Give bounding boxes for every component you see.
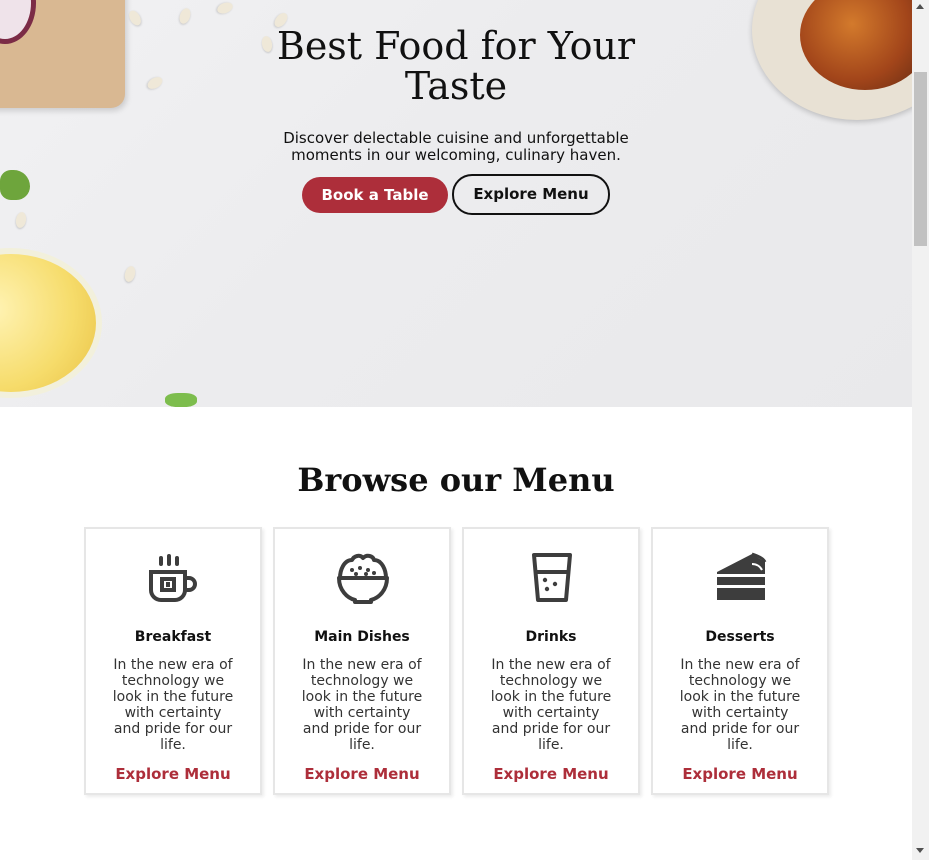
menu-section-title: Browse our Menu (297, 461, 615, 499)
hero-title: Best Food for Your Taste (0, 26, 912, 106)
rice-bowl-icon (337, 553, 389, 604)
card-description-line: and pride for our (680, 721, 800, 737)
card-title: Desserts (705, 629, 775, 645)
card-description: In the new era of technology we look in … (675, 657, 805, 753)
card-title: Main Dishes (314, 629, 410, 645)
hero-subtitle: Discover delectable cuisine and unforget… (0, 130, 912, 164)
explore-menu-link[interactable]: Explore Menu (86, 765, 260, 783)
page-scrollbar[interactable] (912, 0, 929, 860)
lemon-decoration (0, 248, 102, 398)
card-description-line: technology we (310, 673, 414, 689)
card-description-line: with certainty (124, 705, 222, 721)
hero-subtitle-line: moments in our welcoming, culinary haven… (291, 146, 621, 164)
card-title: Drinks (525, 629, 577, 645)
hero-subtitle-line: Discover delectable cuisine and unforget… (283, 129, 629, 147)
card-description: In the new era of technology we look in … (108, 657, 238, 753)
card-description-line: In the new era of (302, 657, 422, 673)
card-description-line: with certainty (691, 705, 789, 721)
card-description-line: life. (727, 737, 753, 753)
hero-section: Best Food for Your Taste Discover delect… (0, 0, 912, 407)
menu-card-main-dishes: Main Dishes In the new era of technology… (273, 527, 451, 795)
card-description: In the new era of technology we look in … (486, 657, 616, 753)
book-table-button[interactable]: Book a Table (302, 177, 448, 213)
card-description-line: and pride for our (491, 721, 611, 737)
card-title: Breakfast (134, 629, 212, 645)
card-description-line: life. (538, 737, 564, 753)
card-description-line: with certainty (502, 705, 600, 721)
card-description-line: life. (160, 737, 186, 753)
menu-card-breakfast: Breakfast In the new era of technology w… (84, 527, 262, 795)
herb-decoration (165, 393, 197, 407)
scroll-up-arrow-icon[interactable] (916, 4, 924, 9)
card-description-line: technology we (688, 673, 792, 689)
explore-menu-link[interactable]: Explore Menu (653, 765, 827, 783)
explore-menu-link[interactable]: Explore Menu (275, 765, 449, 783)
cake-slice-icon (717, 552, 767, 600)
seed-decoration (123, 264, 137, 284)
card-description-line: technology we (121, 673, 225, 689)
card-description-line: and pride for our (302, 721, 422, 737)
explore-menu-link[interactable]: Explore Menu (464, 765, 638, 783)
drink-glass-icon (532, 553, 572, 602)
card-description: In the new era of technology we look in … (297, 657, 427, 753)
card-description-line: In the new era of (491, 657, 611, 673)
seed-decoration (177, 6, 193, 26)
hero-title-line: Best Food for Your (276, 24, 636, 68)
card-description-line: look in the future (301, 689, 423, 705)
seed-decoration (126, 8, 144, 28)
card-description-line: life. (349, 737, 375, 753)
card-description-line: look in the future (679, 689, 801, 705)
card-description-line: technology we (499, 673, 603, 689)
menu-card-drinks: Drinks In the new era of technology we l… (462, 527, 640, 795)
scrollbar-thumb[interactable] (914, 72, 927, 246)
card-description-line: with certainty (313, 705, 411, 721)
card-description-line: look in the future (490, 689, 612, 705)
card-description-line: In the new era of (113, 657, 233, 673)
coffee-cup-icon (149, 554, 197, 602)
seed-decoration (215, 0, 235, 16)
card-description-line: look in the future (112, 689, 234, 705)
hero-title-line: Taste (404, 64, 508, 108)
menu-card-desserts: Desserts In the new era of technology we… (651, 527, 829, 795)
card-description-line: In the new era of (680, 657, 800, 673)
scroll-down-arrow-icon[interactable] (916, 848, 924, 853)
herb-decoration (0, 170, 30, 200)
seed-decoration (14, 211, 28, 229)
card-description-line: and pride for our (113, 721, 233, 737)
explore-menu-button[interactable]: Explore Menu (452, 174, 610, 215)
